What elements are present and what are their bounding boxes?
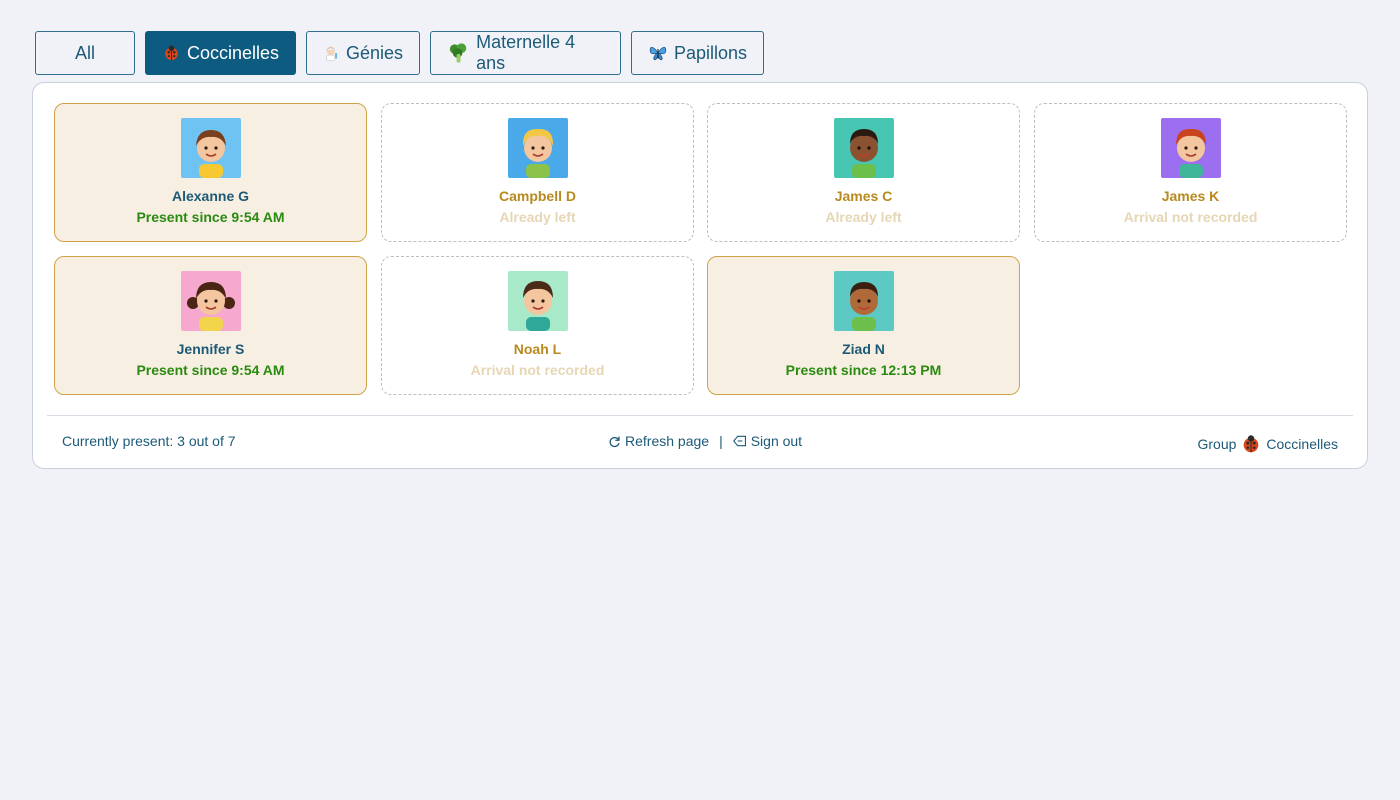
child-name: Alexanne G	[171, 188, 250, 204]
child-status: Present since 9:54 AM	[136, 362, 285, 378]
child-card-james-c[interactable]: James C Already left	[707, 103, 1020, 242]
group-prefix: Group	[1197, 436, 1237, 452]
tab-genies[interactable]: Génies	[306, 31, 420, 75]
tab-coccinelles[interactable]: Coccinelles	[145, 31, 296, 75]
child-avatar-icon	[1160, 118, 1221, 178]
child-name: Ziad N	[842, 341, 885, 357]
sign-out-icon	[732, 435, 746, 447]
child-name: Jennifer S	[176, 341, 245, 357]
child-name: Noah L	[513, 341, 562, 357]
child-avatar-icon	[180, 118, 241, 178]
current-group: Group Coccinelles	[1197, 433, 1338, 455]
footer-actions: Refresh page | Sign out	[608, 433, 802, 449]
child-card-james-k[interactable]: James K Arrival not recorded	[1034, 103, 1347, 242]
refresh-label: Refresh page	[625, 433, 710, 449]
child-card-ziad[interactable]: Ziad N Present since 12:13 PM	[707, 256, 1020, 395]
ladybug-icon	[1244, 435, 1259, 453]
child-avatar-icon	[507, 118, 568, 178]
attendance-panel: Alexanne G Present since 9:54 AM Campbel…	[32, 82, 1368, 469]
broccoli-icon	[449, 43, 467, 63]
sign-out-label: Sign out	[750, 433, 803, 449]
child-avatar-icon	[507, 271, 568, 331]
refresh-button[interactable]: Refresh page	[608, 433, 709, 449]
tab-genies-label: Génies	[345, 42, 403, 63]
refresh-icon	[609, 436, 620, 447]
group-name: Coccinelles	[1266, 436, 1338, 452]
tab-coccinelles-label: Coccinelles	[186, 42, 279, 63]
child-status: Present since 12:13 PM	[785, 362, 942, 378]
child-status: Arrival not recorded	[1123, 209, 1258, 225]
tab-all[interactable]: All	[35, 31, 135, 75]
child-status: Arrival not recorded	[470, 362, 605, 378]
scientist-icon	[326, 46, 338, 61]
child-avatar-icon	[833, 271, 894, 331]
child-name: James C	[834, 188, 893, 204]
footer-separator: |	[719, 433, 723, 449]
tab-all-label: All	[74, 42, 95, 63]
tab-maternelle-label: Maternelle 4 ans	[476, 32, 576, 73]
butterfly-icon	[649, 46, 667, 61]
tab-maternelle[interactable]: Maternelle 4 ans	[430, 31, 621, 75]
child-status: Already left	[499, 209, 576, 225]
child-status: Present since 9:54 AM	[136, 209, 285, 225]
child-avatar-icon	[833, 118, 894, 178]
tab-papillons[interactable]: Papillons	[631, 31, 764, 75]
child-avatar-icon	[180, 271, 241, 331]
child-name: Campbell D	[498, 188, 576, 204]
ladybug-icon	[165, 45, 178, 61]
child-card-noah[interactable]: Noah L Arrival not recorded	[381, 256, 694, 395]
group-tabs: All Coccinelles Génies Maternelle 4 ans	[35, 31, 764, 75]
child-card-alexanne[interactable]: Alexanne G Present since 9:54 AM	[54, 103, 367, 242]
child-name: James K	[1161, 188, 1220, 204]
tab-papillons-label: Papillons	[673, 42, 747, 63]
child-status: Already left	[825, 209, 902, 225]
sign-out-button[interactable]: Sign out	[732, 433, 803, 449]
footer-divider	[47, 415, 1353, 416]
present-count: Currently present: 3 out of 7	[62, 433, 236, 449]
child-card-campbell[interactable]: Campbell D Already left	[381, 103, 694, 242]
child-card-jennifer[interactable]: Jennifer S Present since 9:54 AM	[54, 256, 367, 395]
